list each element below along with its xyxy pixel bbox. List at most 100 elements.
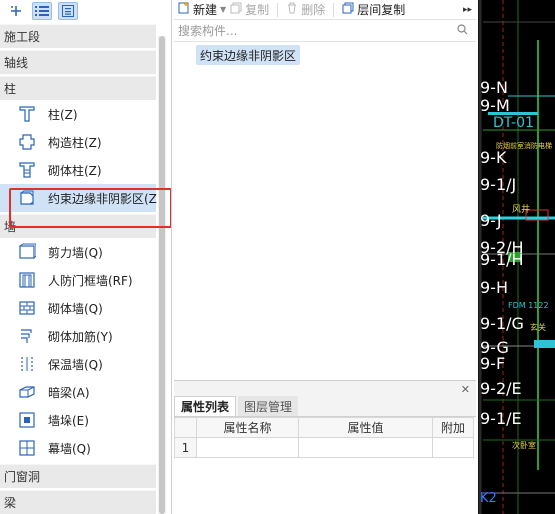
toolbar-divider bbox=[277, 2, 279, 17]
svg-text:次卧室: 次卧室 bbox=[512, 440, 536, 450]
detail-view-icon[interactable] bbox=[58, 2, 78, 20]
properties-panel: ✕ 属性列表 图层管理 属性名称 属性值 附加 1 bbox=[174, 380, 476, 514]
row-number-header bbox=[174, 417, 197, 438]
tree-item-masonry-reinforcement[interactable]: 砌体加筋(Y) bbox=[0, 322, 156, 350]
cad-drawing-view[interactable]: 风井 FDM 1122 玄关 次卧室 防烟前室消防电梯 9-N 9-M DT-0… bbox=[478, 0, 555, 514]
column-header-attach[interactable]: 附加 bbox=[432, 417, 474, 438]
masonry-reinforcement-icon bbox=[18, 327, 36, 345]
property-attach-cell[interactable] bbox=[432, 437, 474, 458]
copy-button[interactable]: 复制 bbox=[230, 1, 269, 18]
delete-icon bbox=[286, 2, 298, 17]
cad-axis-label: 9-J bbox=[480, 211, 502, 230]
tree-item-wall-pier[interactable]: 墙垛(E) bbox=[0, 406, 156, 434]
masonry-column-icon bbox=[18, 161, 36, 179]
category-label: 施工段 bbox=[4, 30, 41, 44]
floor-copy-label: 层间复制 bbox=[357, 3, 406, 17]
tree-item-label: 柱(Z) bbox=[48, 107, 78, 122]
category-label: 柱 bbox=[4, 82, 17, 96]
svg-text:玄关: 玄关 bbox=[530, 322, 546, 332]
category-label: 墙 bbox=[4, 220, 17, 234]
component-node[interactable]: 约束边缘非阴影区 bbox=[196, 45, 301, 65]
tree-item-shear-wall[interactable]: 剪力墙(Q) bbox=[0, 238, 156, 266]
cad-axis-label: 9-2/E bbox=[480, 379, 522, 398]
tree-item-label: 砌体加筋(Y) bbox=[48, 329, 113, 344]
component-list-panel: 新建 ▼ 复制 删除 层间复制 ▸▸ 约束边缘非阴影区 ✕ 属性列表 图层管理 bbox=[174, 0, 476, 514]
component-toolbar: 新建 ▼ 复制 删除 层间复制 ▸▸ bbox=[174, 0, 476, 20]
cad-axis-label: 9-1/E bbox=[480, 409, 522, 428]
category-construction-section[interactable]: 施工段 bbox=[0, 24, 156, 48]
cad-axis-label: 9-1/H bbox=[480, 250, 524, 269]
row-number: 1 bbox=[174, 437, 197, 458]
tree-item-hidden-beam[interactable]: 暗梁(A) bbox=[0, 378, 156, 406]
chevron-down-icon[interactable]: ▼ bbox=[220, 5, 226, 14]
category-column[interactable]: 柱 bbox=[0, 76, 156, 100]
tree-item-constructional-column[interactable]: 构造柱(Z) bbox=[0, 128, 156, 156]
category-label: 门窗洞 bbox=[4, 470, 41, 484]
tab-property-list[interactable]: 属性列表 bbox=[174, 396, 237, 416]
tree-item-label: 构造柱(Z) bbox=[48, 135, 102, 150]
new-button[interactable]: 新建 ▼ bbox=[178, 1, 226, 18]
category-label: 轴线 bbox=[4, 56, 29, 70]
close-icon[interactable]: ✕ bbox=[461, 383, 470, 396]
more-icon[interactable]: ▸▸ bbox=[463, 5, 472, 15]
tree-item-label: 剪力墙(Q) bbox=[48, 245, 103, 260]
column-icon bbox=[18, 105, 36, 123]
wall-pier-icon bbox=[18, 411, 36, 429]
tree-item-insulation-wall[interactable]: 保温墙(Q) bbox=[0, 350, 156, 378]
category-wall[interactable]: 墙 bbox=[0, 214, 156, 238]
tab-layer-management[interactable]: 图层管理 bbox=[238, 396, 299, 416]
tree-item-constraint-edge-non-shadow[interactable]: 约束边缘非阴影区(Z bbox=[0, 184, 157, 212]
new-icon bbox=[178, 2, 190, 17]
search-input[interactable] bbox=[178, 23, 448, 38]
list-view-icon[interactable] bbox=[32, 2, 52, 20]
cad-axis-label: 9-M bbox=[480, 96, 510, 115]
tree-item-masonry-wall[interactable]: 砌体墙(Q) bbox=[0, 294, 156, 322]
masonry-wall-icon bbox=[18, 299, 36, 317]
constraint-edge-icon bbox=[18, 189, 36, 207]
svg-text:FDM 1122: FDM 1122 bbox=[508, 301, 549, 310]
category-door-window-opening[interactable]: 门窗洞 bbox=[0, 464, 156, 488]
svg-text:风井: 风井 bbox=[512, 203, 530, 215]
table-row[interactable]: 1 bbox=[174, 437, 474, 458]
tree-item-label: 幕墙(Q) bbox=[48, 441, 91, 456]
copy-icon bbox=[230, 2, 242, 17]
properties-tabs: 属性列表 图层管理 bbox=[174, 396, 476, 417]
tree-item-curtain-wall[interactable]: 幕墙(Q) bbox=[0, 434, 156, 462]
toolbar-divider bbox=[333, 2, 335, 17]
delete-label: 删除 bbox=[301, 3, 326, 17]
tree-item-label: 人防门框墙(RF) bbox=[48, 273, 133, 288]
constructional-column-icon bbox=[18, 133, 36, 151]
column-header-property-name[interactable]: 属性名称 bbox=[196, 417, 299, 438]
tree-item-label: 砌体墙(Q) bbox=[48, 301, 103, 316]
column-header-property-value[interactable]: 属性值 bbox=[298, 417, 433, 438]
search-icon[interactable] bbox=[457, 24, 468, 38]
tree-item-masonry-column[interactable]: 砌体柱(Z) bbox=[0, 156, 156, 184]
component-tree-panel: 施工段 轴线 柱 柱(Z) 构造柱(Z) 砌体柱(Z) 约束边缘非阴影区(Z 墙… bbox=[0, 0, 172, 514]
cad-annotation-label: DT-01 bbox=[493, 115, 534, 131]
floor-copy-button[interactable]: 层间复制 bbox=[342, 1, 405, 18]
cad-annotation-label: K2 bbox=[480, 491, 497, 506]
category-axis[interactable]: 轴线 bbox=[0, 50, 156, 74]
floor-copy-icon bbox=[342, 2, 354, 17]
tree-item-label: 暗梁(A) bbox=[48, 385, 90, 400]
cad-axis-label: 9-1/J bbox=[480, 175, 517, 194]
tree-item-label: 砌体柱(Z) bbox=[48, 163, 102, 178]
category-beam[interactable]: 梁 bbox=[0, 490, 156, 514]
category-label: 梁 bbox=[4, 496, 17, 510]
cad-axis-label: 9-N bbox=[480, 78, 508, 97]
property-value-cell[interactable] bbox=[298, 437, 433, 458]
hidden-beam-icon bbox=[18, 383, 36, 401]
tree-item-civil-defense-door-wall[interactable]: 人防门框墙(RF) bbox=[0, 266, 156, 294]
scrollbar-thumb[interactable] bbox=[159, 36, 165, 514]
add-icon[interactable] bbox=[6, 2, 26, 20]
tree-item-column[interactable]: 柱(Z) bbox=[0, 100, 156, 128]
left-scrollbar[interactable] bbox=[158, 36, 166, 514]
component-search bbox=[174, 20, 476, 42]
delete-button[interactable]: 删除 bbox=[286, 1, 325, 18]
left-toolbar bbox=[0, 0, 171, 22]
cad-axis-label: 9-1/G bbox=[480, 314, 524, 333]
cad-axis-label: 9-K bbox=[480, 148, 507, 167]
property-name-cell[interactable] bbox=[196, 437, 299, 458]
new-label: 新建 bbox=[193, 3, 218, 17]
civil-defense-door-wall-icon bbox=[18, 271, 36, 289]
